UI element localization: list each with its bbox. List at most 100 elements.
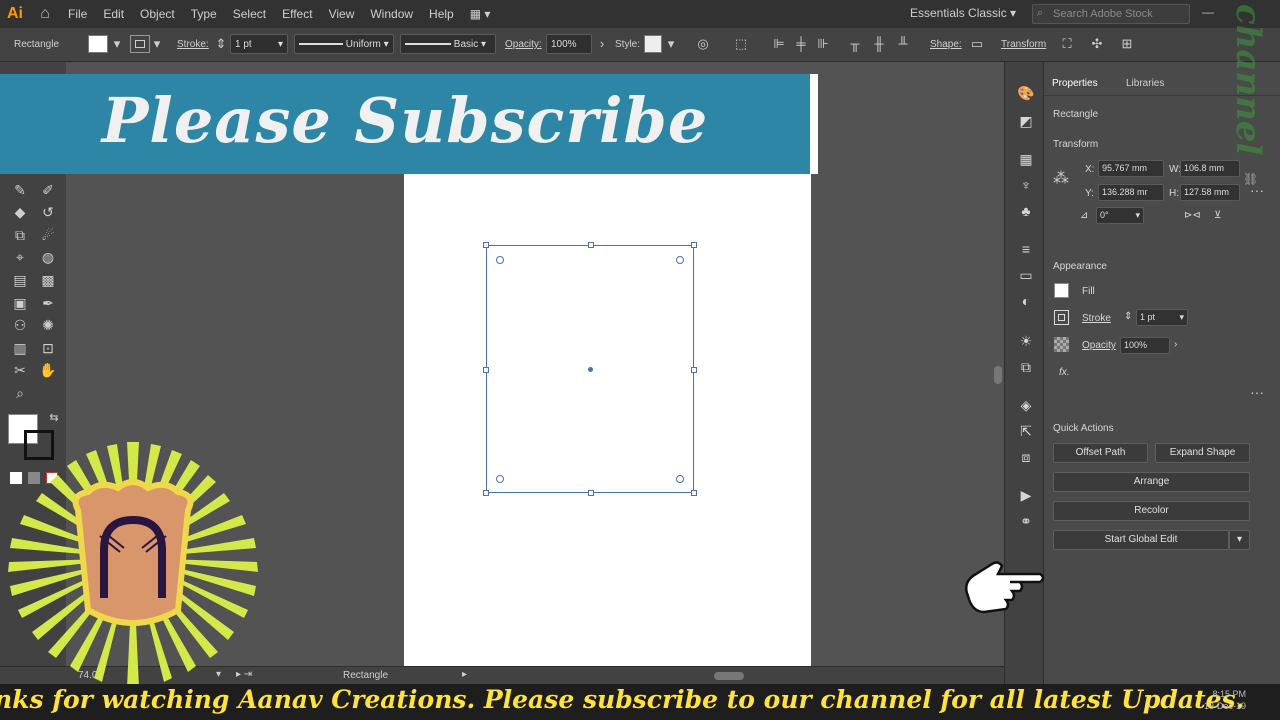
color-panel-icon[interactable]: 🎨	[1017, 84, 1035, 102]
transparency-icon[interactable]: ◐	[1017, 292, 1035, 310]
angle-field[interactable]: 0° ▾	[1096, 207, 1144, 224]
corner-widget[interactable]	[676, 475, 684, 483]
reference-point-icon[interactable]: ⁂	[1053, 168, 1069, 188]
align-center-icon[interactable]: ╪	[794, 37, 808, 51]
opacity-label[interactable]: Opacity:	[505, 39, 542, 50]
align-right-icon[interactable]: ⊪	[816, 37, 830, 51]
blend-tool-icon[interactable]: ⚇	[10, 315, 30, 335]
stroke-label[interactable]: Stroke:	[177, 39, 209, 50]
flip-horizontal-icon[interactable]: ⊳⊲	[1184, 210, 1201, 221]
isolate-icon[interactable]: ⛶	[1060, 37, 1074, 51]
stepper-icon[interactable]: ⇕	[1124, 311, 1132, 322]
stroke-swatch[interactable]	[130, 35, 150, 53]
menu-type[interactable]: Type	[183, 7, 225, 21]
links-icon[interactable]: ⚭	[1017, 512, 1035, 530]
color-guide-icon[interactable]: ◩	[1017, 112, 1035, 130]
status-menu-icon[interactable]: ▸	[462, 669, 467, 680]
handle-middle-right[interactable]	[691, 367, 697, 373]
chevron-down-icon[interactable]: ▾	[664, 37, 678, 51]
symbol-sprayer-icon[interactable]: ✺	[38, 315, 58, 335]
align-to-icon[interactable]: ⬚	[734, 37, 748, 51]
more-options-icon[interactable]: ···	[1250, 384, 1264, 400]
start-global-edit-button[interactable]: Start Global Edit	[1053, 530, 1229, 550]
stepper-icon[interactable]: ⇕	[214, 37, 228, 51]
handle-top-center[interactable]	[588, 242, 594, 248]
graphic-style-swatch[interactable]	[644, 35, 662, 53]
gradient-panel-icon[interactable]: ▭	[1017, 266, 1035, 284]
hand-tool-icon[interactable]: ✋	[38, 360, 58, 380]
align-bottom-icon[interactable]: ╨	[896, 37, 910, 51]
rotate-tool-icon[interactable]: ↺	[38, 202, 58, 222]
brush-definition[interactable]: Basic ▾	[400, 34, 496, 54]
stock-search-input[interactable]: ⌕ Search Adobe Stock	[1032, 4, 1190, 24]
symbols-icon[interactable]: ♣	[1017, 202, 1035, 220]
global-edit-options-button[interactable]: ▾	[1229, 530, 1250, 550]
handle-top-left[interactable]	[483, 242, 489, 248]
scale-tool-icon[interactable]: ⧉	[10, 225, 30, 245]
free-transform-icon[interactable]: ⌖	[10, 247, 30, 267]
appearance-icon[interactable]: ☀	[1017, 332, 1035, 350]
appearance-fill-swatch[interactable]	[1054, 283, 1069, 298]
warp-tool-icon[interactable]: ☄	[38, 225, 58, 245]
layers-icon[interactable]: ◈	[1017, 396, 1035, 414]
opacity-field[interactable]: 100%	[1120, 337, 1170, 354]
scroll-thumb[interactable]	[994, 366, 1002, 384]
handle-bottom-right[interactable]	[691, 490, 697, 496]
variable-width-profile[interactable]: Uniform ▾	[294, 34, 394, 54]
menu-object[interactable]: Object	[132, 7, 183, 21]
swatches-icon[interactable]: ▦	[1017, 150, 1035, 168]
graph-tool-icon[interactable]: ▥	[10, 338, 30, 358]
handle-top-right[interactable]	[691, 242, 697, 248]
menu-help[interactable]: Help	[421, 7, 462, 21]
slice-tool-icon[interactable]: ✂	[10, 360, 30, 380]
tab-properties[interactable]: Properties	[1052, 78, 1098, 89]
handle-bottom-center[interactable]	[588, 490, 594, 496]
appearance-stroke-swatch[interactable]	[1054, 310, 1069, 325]
align-top-icon[interactable]: ╥	[848, 37, 862, 51]
menu-window[interactable]: Window	[362, 7, 421, 21]
chevron-right-icon[interactable]: ›	[595, 37, 609, 51]
actions-icon[interactable]: ▶	[1017, 486, 1035, 504]
menu-edit[interactable]: Edit	[95, 7, 132, 21]
eraser-tool-icon[interactable]: ◆	[10, 202, 30, 222]
graphic-styles-icon[interactable]: ⧉	[1017, 358, 1035, 376]
align-left-icon[interactable]: ⊫	[772, 37, 786, 51]
corner-widget[interactable]	[496, 256, 504, 264]
chevron-down-icon[interactable]: ▾	[110, 37, 124, 51]
opacity-swatch[interactable]	[1054, 337, 1069, 352]
stroke-label[interactable]: Stroke	[1082, 313, 1111, 324]
menu-file[interactable]: File	[60, 7, 95, 21]
fill-swatch[interactable]	[88, 35, 108, 53]
align-middle-icon[interactable]: ╫	[872, 37, 886, 51]
shape-options-icon[interactable]: ▭	[970, 37, 984, 51]
home-icon[interactable]: ⌂	[30, 5, 60, 23]
chevron-right-icon[interactable]: ›	[1174, 339, 1177, 350]
recolor-button[interactable]: Recolor	[1053, 501, 1250, 521]
expand-shape-button[interactable]: Expand Shape	[1155, 443, 1250, 463]
transform-link[interactable]: Transform	[1001, 39, 1046, 50]
workspace-switcher[interactable]: Essentials Classic ▾	[910, 6, 1016, 20]
arrange-button[interactable]: Arrange	[1053, 472, 1250, 492]
artboard-tool-icon[interactable]: ⊡	[38, 338, 58, 358]
shape-label[interactable]: Shape:	[930, 39, 962, 50]
horizontal-scrollbar[interactable]	[478, 672, 992, 680]
opacity-label[interactable]: Opacity	[1082, 340, 1116, 351]
scroll-thumb[interactable]	[714, 672, 744, 680]
menu-view[interactable]: View	[321, 7, 363, 21]
puppet-warp-icon[interactable]: ✣	[1090, 37, 1104, 51]
effects-button[interactable]: fx.	[1059, 367, 1070, 378]
mesh-tool-icon[interactable]: ▩	[38, 270, 58, 290]
swap-fill-stroke-icon[interactable]: ⇆	[44, 408, 64, 428]
recolor-artwork-icon[interactable]: ◎	[696, 37, 710, 51]
paintbrush-tool-icon[interactable]: ✎	[10, 180, 30, 200]
handle-bottom-left[interactable]	[483, 490, 489, 496]
center-point[interactable]	[588, 367, 593, 372]
arrange-documents-icon[interactable]: ▦ ▾	[462, 7, 499, 21]
stroke-weight-field[interactable]: 1 pt ▾	[1136, 309, 1188, 326]
envelope-icon[interactable]: ⊞	[1120, 37, 1134, 51]
offset-path-button[interactable]: Offset Path	[1053, 443, 1148, 463]
opacity-field[interactable]: 100%	[546, 34, 592, 54]
shape-builder-icon[interactable]: ◍	[38, 247, 58, 267]
zoom-tool-icon[interactable]: ⌕	[10, 383, 30, 403]
corner-widget[interactable]	[496, 475, 504, 483]
